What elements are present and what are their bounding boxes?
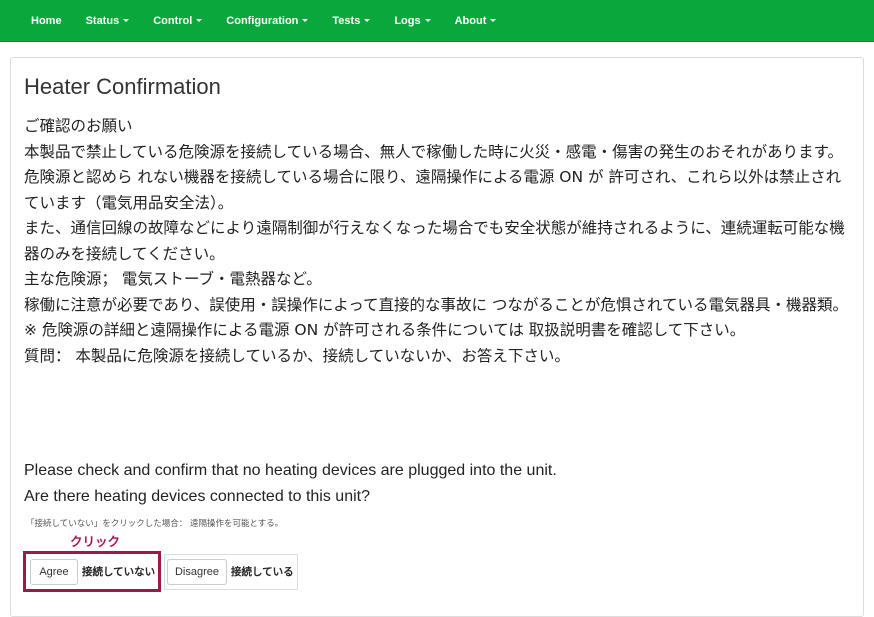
- caret-down-icon: [364, 19, 371, 22]
- caret-down-icon: [302, 19, 309, 22]
- notice-line: また、通信回線の故障などにより遠隔制御が行えなくなった場合でも安全状態が維持され…: [24, 219, 845, 263]
- caret-down-icon: [123, 19, 130, 22]
- agree-note: 「接続していない」をクリックした場合： 遠隔操作を可能とする。: [26, 519, 284, 529]
- notice-line: 稼働に注意が必要であり、誤使用・誤操作によって直接的な事故に つながることが危惧…: [24, 295, 848, 314]
- nav-menu: Home Status Control Configuration Tests …: [0, 0, 874, 41]
- nav-control-dropdown[interactable]: Control: [141, 0, 214, 41]
- nav-tests-dropdown[interactable]: Tests: [320, 0, 382, 41]
- notice-line: 危険源と認めら れない機器を接続している場合に限り、遠隔操作による電源 ON が…: [24, 168, 842, 212]
- nav-status-dropdown[interactable]: Status: [74, 0, 142, 41]
- notice-line: 質問： 本製品に危険源を接続しているか、接続していないか、お答え下さい。: [24, 346, 570, 365]
- nav-status-label: Status: [85, 14, 120, 27]
- nav-about-label: About: [454, 14, 487, 27]
- notice-line: ご確認のお願い: [24, 117, 133, 135]
- caret-down-icon: [196, 19, 203, 22]
- nav-tests-label: Tests: [332, 14, 361, 27]
- notice-line: ※ 危険源の詳細と遠隔操作による電源 ON が許可される条件については 取扱説明…: [24, 321, 746, 339]
- click-annotation: クリック: [70, 534, 121, 549]
- caret-down-icon: [424, 19, 431, 22]
- caret-down-icon: [490, 19, 497, 22]
- japanese-notice: ご確認のお願い 本製品で禁止している危険源を接続している場合、無人で稼働した時に…: [24, 114, 850, 369]
- page-title: Heater Confirmation: [24, 74, 221, 99]
- nav-logs-label: Logs: [394, 14, 421, 27]
- nav-home[interactable]: Home: [19, 0, 74, 41]
- nav-configuration-label: Configuration: [226, 14, 299, 27]
- nav-control-label: Control: [153, 14, 193, 27]
- english-notice: Please check and confirm that no heating…: [24, 458, 557, 510]
- english-line: Please check and confirm that no heating…: [24, 462, 557, 479]
- english-line: Are there heating devices connected to t…: [24, 488, 370, 505]
- agree-button[interactable]: Agree: [30, 559, 78, 585]
- nav-about-dropdown[interactable]: About: [443, 0, 509, 41]
- agree-caption: 接続していない: [82, 566, 156, 578]
- nav-logs-dropdown[interactable]: Logs: [382, 0, 442, 41]
- nav-home-label: Home: [31, 14, 62, 27]
- notice-line: 主な危険源； 電気ストーブ・電熱器など。: [24, 270, 322, 288]
- notice-line: 本製品で禁止している危険源を接続している場合、無人で稼働した時に火災・感電・傷害…: [24, 142, 844, 161]
- disagree-caption: 接続している: [231, 566, 294, 578]
- nav-configuration-dropdown[interactable]: Configuration: [214, 0, 320, 41]
- top-navbar: Home Status Control Configuration Tests …: [0, 0, 874, 42]
- disagree-button[interactable]: Disagree: [167, 559, 227, 585]
